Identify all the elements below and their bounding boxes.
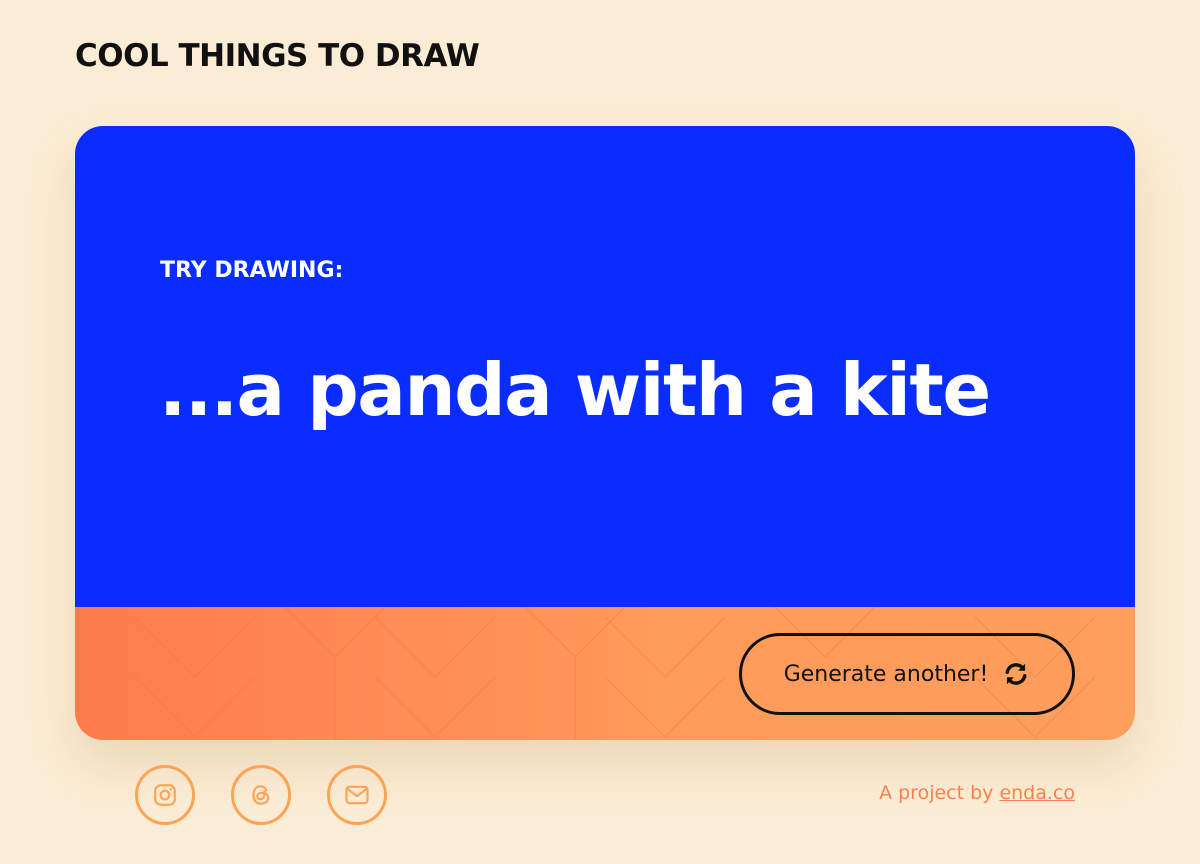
credit-line: A project by enda.co <box>879 782 1075 804</box>
instagram-button[interactable] <box>135 765 195 825</box>
site-title: COOL THINGS TO DRAW <box>75 38 480 74</box>
prompt-eyebrow: TRY DRAWING: <box>160 258 344 283</box>
credit-link[interactable]: enda.co <box>999 782 1075 804</box>
mail-icon <box>345 785 369 805</box>
threads-button[interactable] <box>231 765 291 825</box>
refresh-icon <box>1005 663 1027 685</box>
credit-prefix: A project by <box>879 782 994 804</box>
prompt-panel: TRY DRAWING: ...a panda with a kite <box>75 126 1135 607</box>
prompt-text: ...a panda with a kite <box>159 348 991 432</box>
page: COOL THINGS TO DRAW TRY DRAWING: ...a pa… <box>0 0 1200 864</box>
threads-icon <box>252 785 270 805</box>
social-links <box>135 765 387 825</box>
generate-another-button[interactable]: Generate another! <box>739 633 1075 715</box>
email-button[interactable] <box>327 765 387 825</box>
generate-another-label: Generate another! <box>783 661 989 687</box>
card-footer: Generate another! <box>75 607 1135 740</box>
prompt-card: TRY DRAWING: ...a panda with a kite Gene… <box>75 126 1135 740</box>
instagram-icon <box>154 784 176 806</box>
